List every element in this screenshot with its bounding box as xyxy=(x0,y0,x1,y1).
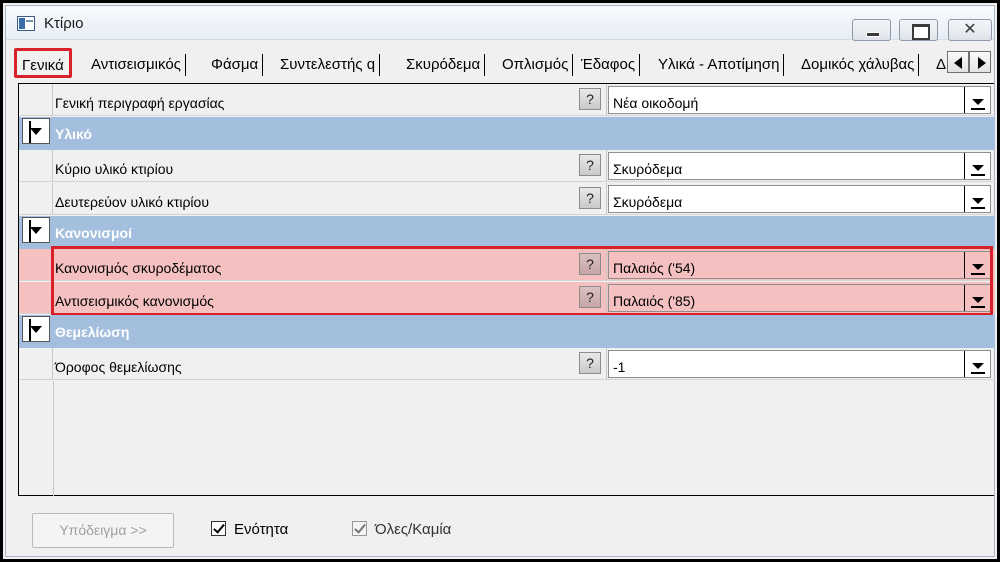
general-description-select[interactable]: Νέα οικοδομή xyxy=(608,86,991,114)
column-divider xyxy=(606,183,607,214)
sample-button[interactable]: Υπόδειγμα >> xyxy=(32,513,174,548)
column-divider xyxy=(606,249,607,280)
close-button[interactable]: ✕ xyxy=(948,19,992,41)
unit-checkbox-label: Ενότητα xyxy=(234,521,289,538)
row-gutter xyxy=(19,282,53,313)
select-value: Παλαιός ('85) xyxy=(613,293,696,309)
category-regulations: Κανονισμοί xyxy=(19,216,995,249)
app-icon xyxy=(17,16,35,31)
tab-structural-steel[interactable]: Δομικός χάλυβας xyxy=(797,54,920,76)
title-bar[interactable]: Κτίριο ✕ xyxy=(6,6,994,41)
row-secondary-material: Δευτερεύον υλικό κτιρίου ? Σκυρόδεμα xyxy=(19,183,995,215)
select-value: Παλαιός ('54) xyxy=(613,260,696,276)
select-value: Νέα οικοδομή xyxy=(613,95,699,111)
row-label: Κανονισμός σκυροδέματος xyxy=(55,260,222,276)
category-foundation: Θεμελίωση xyxy=(19,315,995,348)
help-button[interactable]: ? xyxy=(579,286,601,308)
tab-scroll-left-button[interactable] xyxy=(947,51,969,73)
select-value: -1 xyxy=(613,359,626,375)
row-label: Γενική περιγραφή εργασίας xyxy=(55,95,225,111)
dropdown-button[interactable] xyxy=(964,351,990,377)
seismic-code-select[interactable]: Παλαιός ('85) xyxy=(608,284,991,312)
row-label: Αντισεισμικός κανονισμός xyxy=(55,293,214,309)
row-label: Κύριο υλικό κτιρίου xyxy=(55,161,174,177)
help-button[interactable]: ? xyxy=(579,352,601,374)
row-gutter xyxy=(19,249,53,280)
category-label: Κανονισμοί xyxy=(55,225,132,241)
column-divider xyxy=(606,348,607,379)
tab-overflow[interactable]: Δ xyxy=(934,54,948,76)
row-gutter xyxy=(19,183,53,214)
tab-materials-assessment[interactable]: Υλικά - Αποτίμηση xyxy=(654,54,785,76)
category-material: Υλικό xyxy=(19,117,995,150)
row-gutter xyxy=(19,150,53,181)
foundation-floor-select[interactable]: -1 xyxy=(608,350,991,378)
collapse-toggle[interactable] xyxy=(22,217,50,243)
all-none-checkbox[interactable] xyxy=(352,521,367,536)
column-divider xyxy=(606,84,607,115)
category-label: Υλικό xyxy=(55,126,92,142)
arrow-left-icon xyxy=(954,57,962,69)
row-label: Όροφος θεμελίωσης xyxy=(55,359,182,375)
collapse-toggle[interactable] xyxy=(22,316,50,342)
maximize-icon xyxy=(900,20,937,40)
select-value: Σκυρόδεμα xyxy=(613,161,683,177)
close-icon: ✕ xyxy=(963,21,977,38)
property-grid: Γενική περιγραφή εργασίας ? Νέα οικοδομή… xyxy=(18,83,995,496)
column-divider xyxy=(606,150,607,181)
tab-strip: Γενικά Αντισεισμικός Φάσμα Συντελεστής q… xyxy=(14,46,994,82)
tab-seismic[interactable]: Αντισεισμικός xyxy=(87,54,186,76)
row-gutter xyxy=(19,348,53,379)
row-label: Δευτερεύον υλικό κτιρίου xyxy=(55,194,209,210)
tab-reinforcement[interactable]: Οπλισμός xyxy=(498,54,574,76)
maximize-button[interactable] xyxy=(899,19,938,41)
tab-spectrum[interactable]: Φάσμα xyxy=(207,54,264,76)
all-none-checkbox-label: Όλες/Καμία xyxy=(375,521,452,538)
column-divider xyxy=(606,282,607,313)
primary-material-select[interactable]: Σκυρόδεμα xyxy=(608,152,991,180)
tab-general[interactable]: Γενικά xyxy=(14,48,72,78)
window-frame: Κτίριο ✕ Γενικά Αντισεισμικός Φάσμα Συντ… xyxy=(5,5,995,557)
concrete-code-select[interactable]: Παλαιός ('54) xyxy=(608,251,991,279)
window-title: Κτίριο xyxy=(44,15,84,32)
tab-scroll-right-button[interactable] xyxy=(969,51,991,73)
select-value: Σκυρόδεμα xyxy=(613,194,683,210)
minimize-icon xyxy=(853,20,890,40)
dropdown-button[interactable] xyxy=(964,252,990,278)
category-label: Θεμελίωση xyxy=(55,324,130,340)
dropdown-button[interactable] xyxy=(964,153,990,179)
row-primary-material: Κύριο υλικό κτιρίου ? Σκυρόδεμα xyxy=(19,150,995,182)
dropdown-button[interactable] xyxy=(964,87,990,113)
row-foundation-floor: Όροφος θεμελίωσης ? -1 xyxy=(19,348,995,380)
tab-soil[interactable]: Έδαφος xyxy=(577,54,641,76)
unit-checkbox[interactable] xyxy=(211,521,226,536)
dropdown-button[interactable] xyxy=(964,186,990,212)
row-concrete-code: Κανονισμός σκυροδέματος ? Παλαιός ('54) xyxy=(19,249,995,281)
collapse-toggle[interactable] xyxy=(22,118,50,144)
tab-concrete[interactable]: Σκυρόδεμα xyxy=(402,54,486,76)
help-button[interactable]: ? xyxy=(579,253,601,275)
help-button[interactable]: ? xyxy=(579,88,601,110)
help-button[interactable]: ? xyxy=(579,187,601,209)
minimize-button[interactable] xyxy=(852,19,891,41)
row-gutter xyxy=(19,84,53,115)
gutter-filler xyxy=(19,381,54,496)
arrow-right-icon xyxy=(978,57,986,69)
tab-q-factor[interactable]: Συντελεστής q xyxy=(276,54,381,76)
row-seismic-code: Αντισεισμικός κανονισμός ? Παλαιός ('85) xyxy=(19,282,995,314)
dropdown-button[interactable] xyxy=(964,285,990,311)
row-general-description: Γενική περιγραφή εργασίας ? Νέα οικοδομή xyxy=(19,84,995,116)
secondary-material-select[interactable]: Σκυρόδεμα xyxy=(608,185,991,213)
window: Κτίριο ✕ Γενικά Αντισεισμικός Φάσμα Συντ… xyxy=(0,0,1000,562)
help-button[interactable]: ? xyxy=(579,154,601,176)
